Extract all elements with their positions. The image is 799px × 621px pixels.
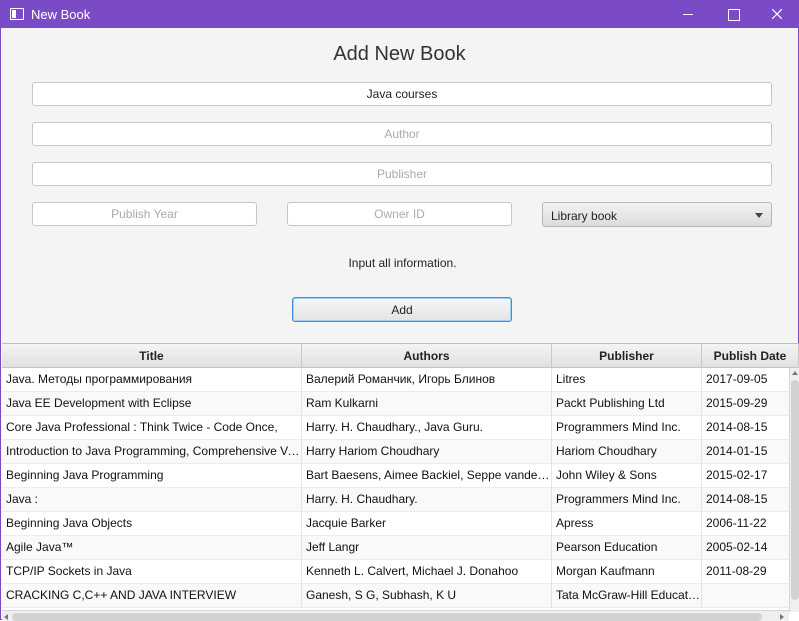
authors-cell: Jacquie Barker [302,512,552,536]
authors-cell: Harry. H. Chaudhary. [302,488,552,512]
authors-cell: Kenneth L. Calvert, Michael J. Donahoo [302,560,552,584]
title-cell: Java : [2,488,302,512]
table-row[interactable]: Introduction to Java Programming, Compre… [2,440,790,464]
table-row[interactable]: TCP/IP Sockets in Java Kenneth L. Calvert… [2,560,790,584]
authors-cell: Ram Kulkarni [302,392,552,416]
status-message: Input all information. [348,256,457,270]
title-cell: Java EE Development with Eclipse [2,392,302,416]
column-header-publisher[interactable]: Publisher [552,344,702,368]
owner-id-input[interactable] [287,202,512,226]
new-book-window: New Book Add New Book Library book Input… [0,0,799,621]
maximize-button[interactable] [710,1,756,28]
table-row[interactable]: CRACKING C,C++ AND JAVA INTERVIEW Ganesh,… [2,584,790,608]
publish-date-cell: 2006-11-22 [702,512,790,536]
authors-cell: Валерий Романчик, Игорь Блинов [302,368,552,392]
title-bar[interactable]: New Book [1,1,798,28]
table-row[interactable]: Agile Java™ Jeff Langr Pearson Education 20… [2,536,790,560]
authors-cell: Harry Hariom Choudhary [302,440,552,464]
scroll-up-icon[interactable] [792,371,798,375]
table-row[interactable]: Java. Методы программирования Валерий Ром… [2,368,790,392]
publish-date-cell: 2017-09-05 [702,368,790,392]
publisher-cell: John Wiley & Sons [552,464,702,488]
column-header-publish-date[interactable]: Publish Date [702,344,799,368]
table-body: Java. Методы программирования Валерий Ром… [2,368,790,608]
publish-year-input[interactable] [32,202,257,226]
form-heading: Add New Book [333,43,466,65]
publisher-cell: Hariom Choudhary [552,440,702,464]
title-cell: Java. Методы программирования [2,368,302,392]
publisher-cell: Morgan Kaufmann [552,560,702,584]
publish-date-cell: 2015-02-17 [702,464,790,488]
window-icon [10,8,24,20]
title-cell: Core Java Professional : Think Twice - C… [2,416,302,440]
publisher-cell: Packt Publishing Ltd [552,392,702,416]
minimize-button[interactable] [664,1,710,28]
publish-date-cell: 2014-08-15 [702,488,790,512]
column-header-title[interactable]: Title [2,344,302,368]
table-row[interactable]: Beginning Java Objects Jacquie Barker Apre… [2,512,790,536]
table-row[interactable]: Core Java Professional : Think Twice - C… [2,416,790,440]
publisher-cell: Tata McGraw-Hill Education [552,584,702,608]
publish-date-cell: 2005-02-14 [702,536,790,560]
scroll-right-icon[interactable] [780,614,784,620]
publish-date-cell: 2011-08-29 [702,560,790,584]
author-input[interactable] [32,122,772,146]
table-header: Title Authors Publisher Publish Date [2,344,799,368]
authors-cell: Jeff Langr [302,536,552,560]
column-header-authors[interactable]: Authors [302,344,552,368]
publish-date-cell: 2014-08-15 [702,416,790,440]
title-cell: CRACKING C,C++ AND JAVA INTERVIEW [2,584,302,608]
table-row[interactable]: Beginning Java Programming Bart Baesens, … [2,464,790,488]
vertical-scrollbar[interactable] [789,368,799,612]
title-input[interactable] [32,82,772,106]
add-button[interactable]: Add [292,297,512,322]
close-button[interactable] [753,1,799,28]
title-cell: Agile Java™ [2,536,302,560]
table-row[interactable]: Java : Harry. H. Chaudhary. Programmers Mi… [2,488,790,512]
publish-date-cell [702,584,790,608]
horizontal-scrollbar[interactable] [2,610,789,621]
scroll-left-icon[interactable] [4,614,8,620]
authors-cell: Harry. H. Chaudhary., Java Guru. [302,416,552,440]
book-type-select[interactable]: Library book [542,202,772,227]
publish-date-cell: 2014-01-15 [702,440,790,464]
publisher-input[interactable] [32,162,772,186]
publisher-cell: Pearson Education [552,536,702,560]
publisher-cell: Apress [552,512,702,536]
publish-date-cell: 2015-09-29 [702,392,790,416]
title-cell: TCP/IP Sockets in Java [2,560,302,584]
vertical-scroll-thumb[interactable] [791,380,799,600]
window-title: New Book [31,7,91,22]
title-cell: Beginning Java Objects [2,512,302,536]
table-row[interactable]: Java EE Development with Eclipse Ram Kulk… [2,392,790,416]
authors-cell: Ganesh, S G, Subhash, K U [302,584,552,608]
title-cell: Beginning Java Programming [2,464,302,488]
publisher-cell: Litres [552,368,702,392]
close-icon [772,9,782,19]
title-cell: Introduction to Java Programming, Compre… [2,440,302,464]
publisher-cell: Programmers Mind Inc. [552,488,702,512]
authors-cell: Bart Baesens, Aimee Backiel, Seppe vande… [302,464,552,488]
publisher-cell: Programmers Mind Inc. [552,416,702,440]
books-table: Title Authors Publisher Publish Date Jav… [2,343,799,621]
book-type-value: Library book [551,209,618,223]
chevron-down-icon [755,213,763,218]
